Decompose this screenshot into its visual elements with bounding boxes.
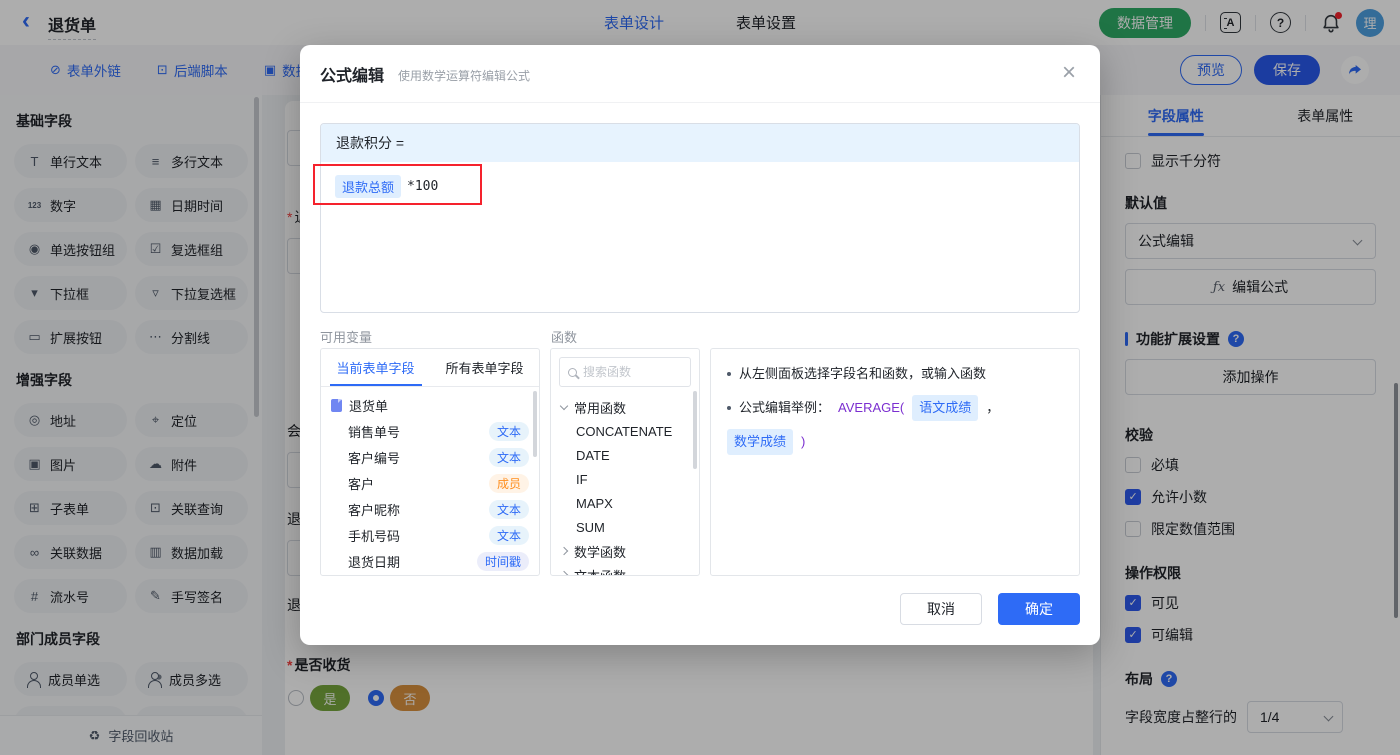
confirm-button[interactable]: 确定 — [998, 593, 1080, 625]
functions-scrollbar[interactable] — [693, 391, 697, 469]
function-search-input[interactable] — [583, 365, 682, 379]
tab-all-form-fields[interactable]: 所有表单字段 — [430, 349, 539, 386]
type-badge: 文本 — [488, 525, 529, 545]
caret-right-icon — [559, 570, 569, 575]
variables-panel-label: 可用变量 — [320, 330, 373, 345]
function-group-text[interactable]: 文本函数 — [551, 563, 699, 576]
variable-row[interactable]: 手机号码 文本 — [331, 522, 529, 548]
functions-panel-label: 函数 — [551, 330, 578, 345]
type-badge: 成员 — [488, 473, 529, 493]
group-label: 数学函数 — [574, 544, 627, 560]
help-panel: 从左侧面板选择字段名和函数，或输入函数 公式编辑举例： AVERAGE( 语文成… — [710, 348, 1080, 576]
type-badge: 文本 — [488, 447, 529, 467]
variable-row[interactable]: 销售单号 文本 — [331, 418, 529, 444]
function-item-mapx[interactable]: MAPX — [551, 491, 699, 515]
type-badge: 文本 — [488, 499, 529, 519]
modal-header: 公式编辑 使用数学运算符编辑公式 × — [300, 45, 1100, 103]
bullet — [727, 406, 731, 410]
function-item-if[interactable]: IF — [551, 467, 699, 491]
variable-name: 客户昵称 — [348, 502, 401, 518]
group-label: 文本函数 — [574, 568, 627, 576]
close-icon[interactable]: × — [1062, 61, 1076, 85]
tab-current-form-fields[interactable]: 当前表单字段 — [321, 349, 430, 386]
formula-expression: *100 — [407, 179, 439, 194]
formula-target: 退款积分 = — [321, 124, 1079, 162]
functions-panel: 常用函数 CONCATENATE DATE IF MAPX SUM 数学函数 文… — [550, 348, 700, 576]
variable-name: 客户编号 — [348, 450, 401, 466]
function-name: AVERAGE( — [838, 400, 905, 415]
variable-row[interactable]: 客户编号 文本 — [331, 444, 529, 470]
function-search — [559, 357, 691, 387]
form-designer-screen: ‹ 退货单 表单设计 表单设置 数据管理 A ? 理 ⊘ 表单外链 ⊡ 后端脚本… — [0, 0, 1400, 755]
search-icon — [568, 367, 577, 377]
function-group-common[interactable]: 常用函数 — [551, 395, 699, 419]
variable-row[interactable]: 客户昵称 文本 — [331, 496, 529, 522]
root-label: 退货单 — [349, 398, 389, 414]
example-chip: 语文成绩 — [912, 395, 979, 421]
variable-name: 退货日期 — [348, 554, 401, 570]
function-close: ) — [801, 434, 806, 449]
help-line-2: 公式编辑举例： AVERAGE( 语文成绩 ， 数学成绩 ) — [727, 395, 1063, 455]
variables-scrollbar[interactable] — [533, 391, 537, 457]
variable-name: 客户 — [348, 476, 375, 492]
formula-input-area[interactable]: 退款总额 *100 — [321, 162, 1079, 211]
bullet — [727, 372, 731, 376]
separator: ， — [986, 400, 1000, 415]
type-badge: 文本 — [488, 421, 529, 441]
formula-editor: 退款积分 = 退款总额 *100 — [320, 123, 1080, 313]
function-group-math[interactable]: 数学函数 — [551, 539, 699, 563]
document-icon — [331, 398, 342, 412]
function-item-concatenate[interactable]: CONCATENATE — [551, 419, 699, 443]
function-item-sum[interactable]: SUM — [551, 515, 699, 539]
caret-down-icon — [559, 401, 569, 410]
variable-name: 手机号码 — [348, 528, 401, 544]
help-text: 公式编辑举例： — [739, 400, 831, 415]
type-badge: 时间戳 — [476, 551, 529, 571]
variable-chip[interactable]: 退款总额 — [335, 175, 402, 198]
function-item-date[interactable]: DATE — [551, 443, 699, 467]
example-chip: 数学成绩 — [727, 429, 794, 455]
formula-edit-modal: 公式编辑 使用数学运算符编辑公式 × 退款积分 = 退款总额 *100 可用变量… — [300, 45, 1100, 645]
caret-right-icon — [559, 546, 569, 556]
variables-root-node[interactable]: 退货单 — [331, 392, 529, 418]
variable-name: 销售单号 — [348, 424, 401, 440]
variables-tree: 退货单 销售单号 文本 客户编号 文本 客户 成员 客户昵称 文本 手机号码 文… — [321, 387, 539, 574]
variables-tabs: 当前表单字段 所有表单字段 — [321, 349, 539, 387]
help-line-1: 从左侧面板选择字段名和函数，或输入函数 — [727, 363, 1063, 385]
help-text: 从左侧面板选择字段名和函数，或输入函数 — [739, 366, 987, 381]
group-label: 常用函数 — [574, 400, 627, 416]
cancel-button[interactable]: 取消 — [900, 593, 982, 625]
variable-row[interactable]: 退货日期 时间戳 — [331, 548, 529, 574]
modal-title: 公式编辑 — [320, 67, 385, 85]
variables-panel: 当前表单字段 所有表单字段 退货单 销售单号 文本 客户编号 文本 客户 成员 … — [320, 348, 540, 576]
variable-row[interactable]: 客户 成员 — [331, 470, 529, 496]
modal-subtitle: 使用数学运算符编辑公式 — [398, 68, 531, 83]
